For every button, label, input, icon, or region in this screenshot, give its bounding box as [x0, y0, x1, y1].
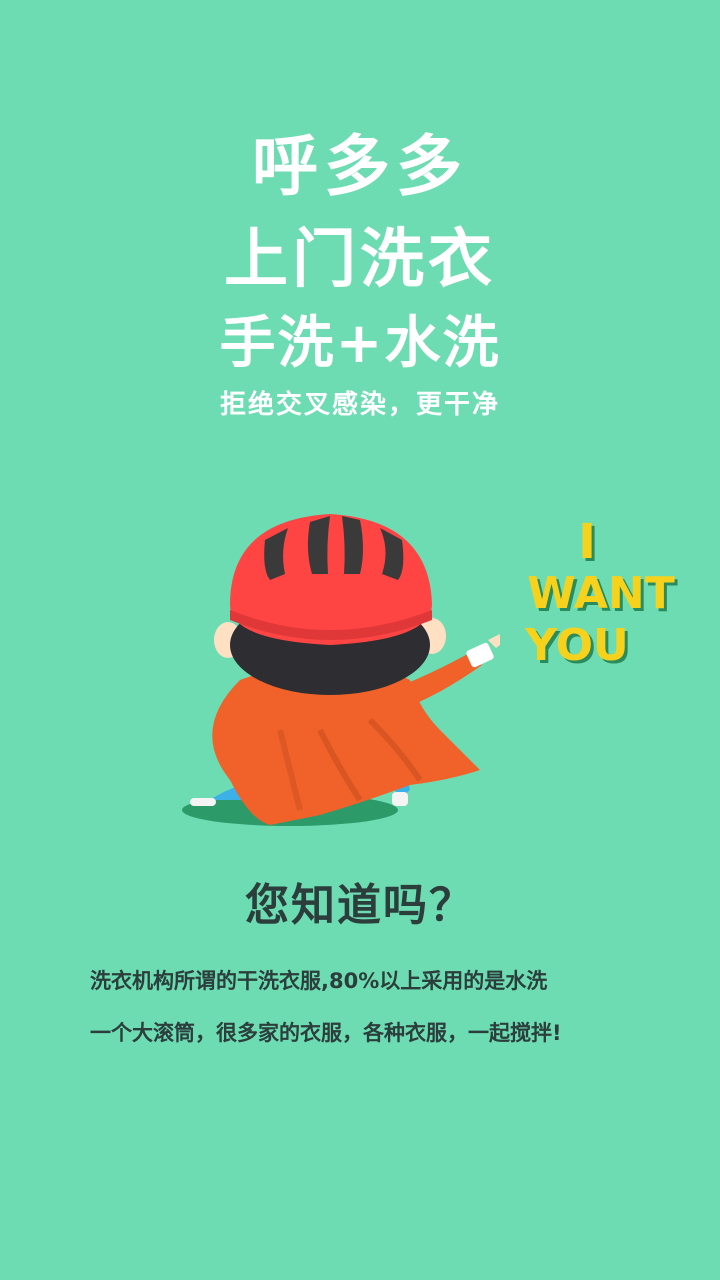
paragraph-line: 洗衣机构所谓的干洗衣服,80%以上采用的是水洗	[90, 969, 548, 993]
question-heading: 您知道吗？	[245, 880, 475, 931]
shoe	[190, 798, 216, 806]
shoe	[392, 792, 408, 806]
speech-bubble-text: I WANT YOU	[525, 516, 676, 672]
helmet-vent	[307, 516, 330, 574]
hand	[488, 634, 500, 648]
paragraph-line: 一个大滚筒，很多家的衣服，各种衣服，一起搅拌!	[90, 1021, 562, 1045]
speech-line: YOU	[525, 620, 629, 671]
helmet-vent	[342, 516, 363, 574]
service-title: 上门洗衣	[224, 223, 496, 297]
brand-title: 呼多多	[252, 128, 468, 205]
method-title: 手洗+水洗	[219, 311, 501, 376]
speech-line: WANT	[527, 568, 675, 619]
tagline: 拒绝交叉感染，更干净	[219, 390, 500, 420]
superhero-illustration	[182, 514, 500, 826]
speech-line: I	[578, 514, 596, 570]
